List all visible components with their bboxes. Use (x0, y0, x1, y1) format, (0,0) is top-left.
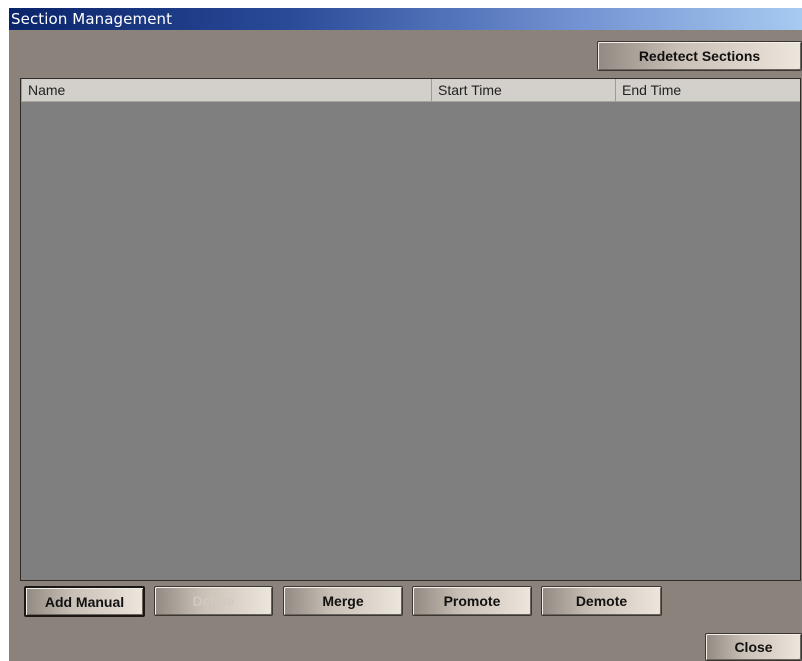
table-header: Name Start Time End Time (21, 79, 800, 102)
promote-button[interactable]: Promote (412, 586, 532, 616)
column-header-name[interactable]: Name (21, 79, 431, 101)
close-button[interactable]: Close (705, 633, 802, 661)
column-header-start-time[interactable]: Start Time (431, 79, 615, 101)
redetect-sections-button[interactable]: Redetect Sections (597, 41, 802, 71)
demote-button[interactable]: Demote (541, 586, 662, 616)
merge-button[interactable]: Merge (283, 586, 403, 616)
delete-button[interactable]: Delete (154, 586, 273, 616)
add-manual-button[interactable]: Add Manual (24, 586, 145, 617)
title-bar[interactable]: Section Management (9, 8, 802, 30)
window-title: Section Management (11, 10, 173, 28)
column-header-end-time[interactable]: End Time (615, 79, 800, 101)
section-management-window: Section Management Redetect Sections Nam… (9, 8, 802, 661)
sections-table[interactable]: Name Start Time End Time (20, 78, 801, 581)
